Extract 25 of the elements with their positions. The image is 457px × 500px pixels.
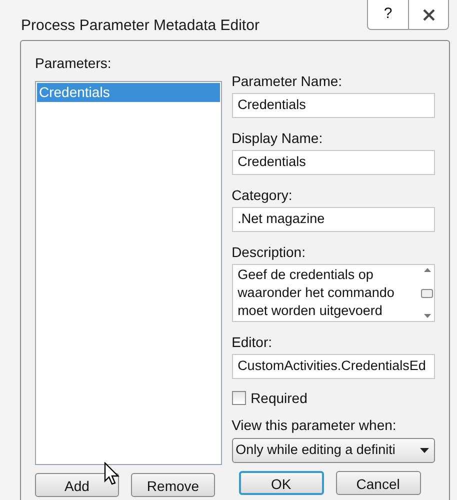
dropdown-arrow-icon [420,448,429,453]
field-label: Display Name: [232,129,324,147]
field-label: Editor: [232,333,274,351]
close-icon [422,8,436,20]
field-label: Category: [232,186,294,204]
field-label: Parameter Name: [232,72,344,90]
text-field[interactable]: Credentials [232,150,435,175]
view-when-label: View this parameter when: [232,416,398,434]
scroll-up-icon [424,268,430,272]
view-when-dropdown[interactable]: Only while editing a definiti [232,438,435,463]
required-checkbox[interactable] [232,391,246,405]
text-field[interactable]: Credentials [232,93,435,118]
parameters-label: Parameters: [35,54,112,72]
description-field[interactable]: Geef de credentials op waaronder het commando moet worden uitgevoerd [232,264,435,322]
scroll-thumb[interactable] [421,288,433,298]
dialog-button[interactable]: OK [238,471,324,495]
list-button[interactable]: Add [35,473,119,497]
window-title: Process Parameter Metadata Editor [21,16,260,36]
required-label: Required [250,388,308,408]
list-button[interactable]: Remove [131,473,215,497]
text-field[interactable]: .Net magazine [232,207,435,232]
field-label: Description: [232,243,306,261]
dialog-button[interactable]: Cancel [336,471,421,495]
scroll-down-icon [424,314,430,318]
text-field[interactable]: CustomActivities.CredentialsEd [232,354,435,379]
